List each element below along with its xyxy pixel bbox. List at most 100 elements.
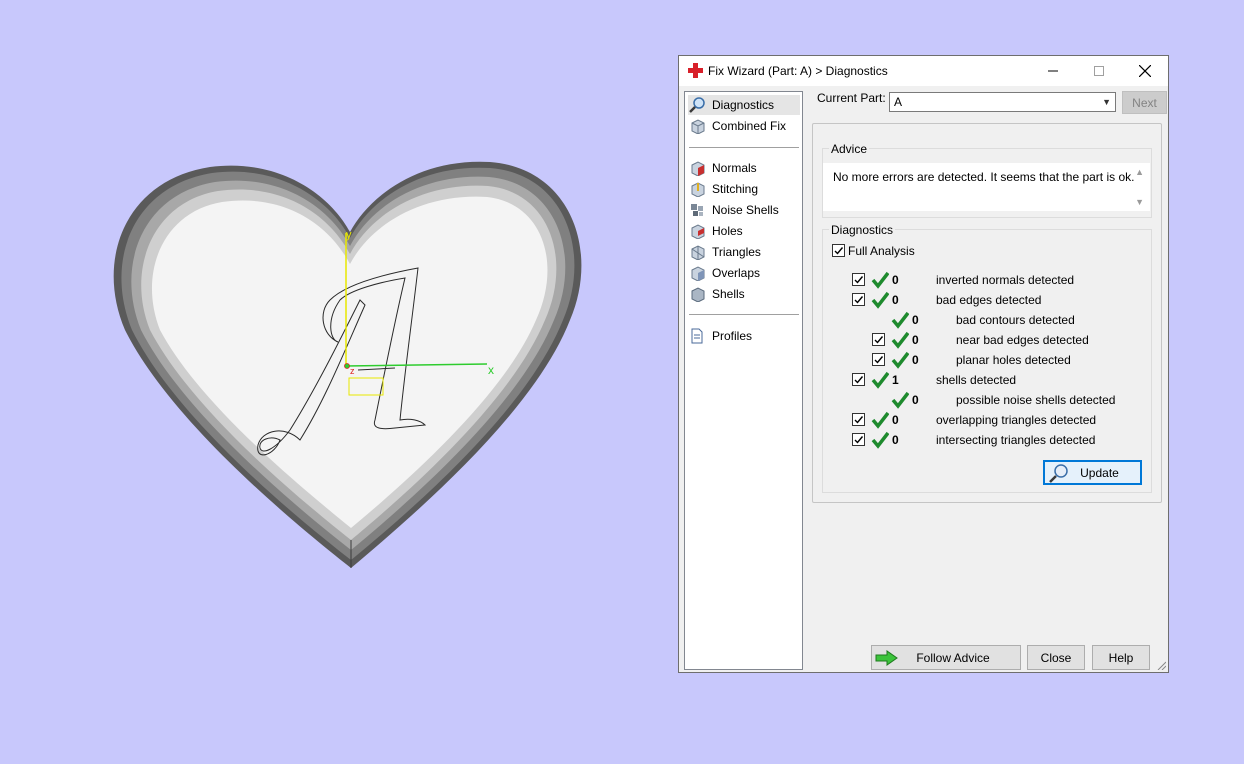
shells-count: 1 [892, 373, 899, 387]
checkmark-icon [834, 247, 844, 255]
current-part-select[interactable]: A ▼ [889, 92, 1116, 112]
follow-advice-button[interactable]: Follow Advice [871, 645, 1021, 670]
green-arrow-icon [875, 650, 898, 666]
magnifier-icon [1049, 464, 1068, 483]
scroll-up-icon[interactable]: ▲ [1135, 167, 1144, 177]
nav-item-label: Noise Shells [712, 203, 779, 217]
green-check-icon [891, 391, 909, 409]
update-button-label: Update [1080, 465, 1119, 480]
green-check-icon [871, 371, 889, 389]
nav-item-label: Triangles [712, 245, 761, 259]
planar-holes-count: 0 [912, 353, 919, 367]
green-check-icon [891, 331, 909, 349]
nav-item-noise-shells[interactable]: Noise Shells [688, 200, 800, 220]
fix-wizard-window: Fix Wizard (Part: A) > Diagnostics Diagn… [678, 55, 1169, 673]
near-bad-edges-label: near bad edges detected [956, 333, 1089, 347]
near-bad-edges-checkbox[interactable] [872, 333, 885, 346]
green-check-icon [871, 411, 889, 429]
magnifier-icon [688, 96, 706, 114]
resize-grip-icon[interactable] [1156, 660, 1166, 670]
triangles-cube-icon [688, 243, 706, 261]
minimize-button[interactable] [1030, 56, 1076, 86]
axis-y-label: y [346, 229, 352, 241]
follow-advice-label: Follow Advice [916, 650, 990, 665]
bad-contours-label: bad contours detected [956, 313, 1075, 327]
update-button[interactable]: Update [1043, 460, 1142, 485]
shells-cube-icon [688, 285, 706, 303]
maximize-button[interactable] [1076, 56, 1122, 86]
stitching-cube-icon [688, 180, 706, 198]
overlapping-triangles-checkbox[interactable] [852, 413, 865, 426]
full-analysis-checkbox[interactable] [832, 244, 845, 257]
intersecting-triangles-checkbox[interactable] [852, 433, 865, 446]
title-bar[interactable]: Fix Wizard (Part: A) > Diagnostics [679, 56, 1168, 86]
holes-cube-icon [688, 222, 706, 240]
checkmark-icon [854, 376, 864, 384]
overlapping-triangles-count: 0 [892, 413, 899, 427]
close-button-label: Close [1040, 650, 1072, 665]
shells-label: shells detected [936, 373, 1017, 387]
nav-item-triangles[interactable]: Triangles [688, 242, 800, 262]
nav-divider [689, 147, 799, 148]
green-check-icon [871, 291, 889, 309]
noise-shells-icon [688, 201, 706, 219]
advice-title: Advice [829, 142, 870, 156]
axis-origin-marker [344, 363, 350, 369]
nav-item-shells[interactable]: Shells [688, 284, 800, 304]
help-button[interactable]: Help [1092, 645, 1150, 670]
chevron-down-icon: ▼ [1102, 97, 1111, 107]
next-button-label: Next [1132, 95, 1157, 110]
nav-item-normals[interactable]: Normals [688, 158, 800, 178]
green-check-icon [891, 311, 909, 329]
heart-model-render: y x z [113, 161, 582, 568]
next-button[interactable]: Next [1122, 91, 1167, 114]
nav-item-diagnostics[interactable]: Diagnostics [688, 95, 800, 115]
green-check-icon [871, 431, 889, 449]
inverted-normals-checkbox[interactable] [852, 273, 865, 286]
3d-viewport[interactable]: y x z [0, 0, 670, 764]
full-analysis-label: Full Analysis [848, 244, 915, 258]
scroll-down-icon[interactable]: ▼ [1135, 197, 1144, 207]
close-icon [1139, 65, 1151, 77]
axis-x-label: x [488, 363, 494, 377]
cube-icon [688, 117, 706, 135]
advice-text-box[interactable]: No more errors are detected. It seems th… [823, 163, 1150, 211]
nav-item-label: Diagnostics [712, 98, 775, 112]
fix-step-list: Diagnostics Combined Fix Normals Stitchi… [684, 91, 803, 670]
document-icon [688, 327, 706, 345]
nav-item-label: Overlaps [712, 266, 761, 280]
current-part-value: A [894, 95, 903, 109]
nav-item-label: Shells [712, 287, 745, 301]
nav-item-label: Normals [712, 161, 757, 175]
nav-item-profiles[interactable]: Profiles [688, 326, 800, 346]
nav-item-holes[interactable]: Holes [688, 221, 800, 241]
checkmark-icon [854, 436, 864, 444]
nav-item-label: Combined Fix [712, 119, 787, 133]
overlapping-triangles-label: overlapping triangles detected [936, 413, 1097, 427]
nav-item-label: Profiles [712, 329, 753, 343]
nav-item-combined-fix[interactable]: Combined Fix [688, 116, 800, 136]
close-button[interactable]: Close [1027, 645, 1085, 670]
bad-edges-label: bad edges detected [936, 293, 1042, 307]
maximize-icon [1094, 66, 1104, 76]
advice-text: No more errors are detected. It seems th… [833, 170, 1135, 184]
inverted-normals-count: 0 [892, 273, 899, 287]
bad-contours-count: 0 [912, 313, 919, 327]
nav-item-stitching[interactable]: Stitching [688, 179, 800, 199]
near-bad-edges-count: 0 [912, 333, 919, 347]
checkmark-icon [854, 416, 864, 424]
window-title: Fix Wizard (Part: A) > Diagnostics [708, 64, 888, 78]
intersecting-triangles-label: intersecting triangles detected [936, 433, 1096, 447]
noise-shells-label: possible noise shells detected [956, 393, 1116, 407]
green-check-icon [871, 271, 889, 289]
bad-edges-checkbox[interactable] [852, 293, 865, 306]
close-window-button[interactable] [1122, 56, 1168, 86]
minimize-icon [1048, 70, 1058, 72]
checkmark-icon [874, 336, 884, 344]
noise-shells-count: 0 [912, 393, 919, 407]
planar-holes-checkbox[interactable] [872, 353, 885, 366]
checkmark-icon [854, 276, 864, 284]
nav-item-overlaps[interactable]: Overlaps [688, 263, 800, 283]
overlaps-cube-icon [688, 264, 706, 282]
shells-checkbox[interactable] [852, 373, 865, 386]
